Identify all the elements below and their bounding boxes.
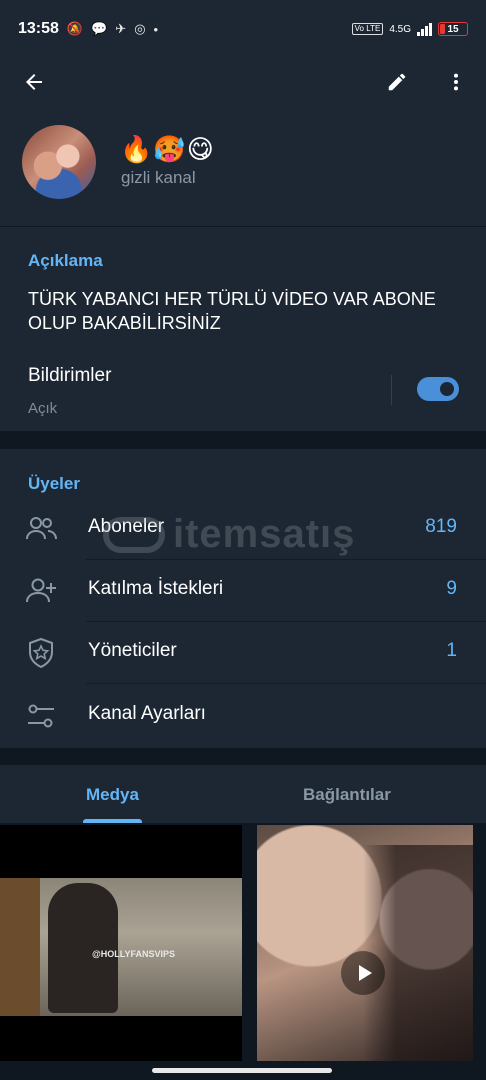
channel-subtitle: gizli kanal (121, 168, 196, 187)
edit-button[interactable] (377, 62, 417, 102)
tab-media[interactable]: Medya (86, 785, 139, 805)
play-icon[interactable] (341, 951, 385, 995)
system-nav-bar (0, 1063, 486, 1080)
admins-count: 1 (446, 640, 457, 661)
admins-row[interactable]: Yöneticiler 1 (0, 622, 486, 684)
people-icon (26, 517, 57, 540)
arrow-left-icon (26, 74, 42, 90)
battery-level: 15 (447, 23, 459, 35)
dot-icon: • (153, 21, 159, 37)
media-thumbnail[interactable]: @HOLLYFANSVIPS (0, 825, 242, 1061)
channel-description: TÜRK YABANCI HER TÜRLÜ VİDEO VAR ABONE O… (28, 289, 436, 333)
instagram-icon: ◎ (134, 21, 146, 36)
muted-bell-icon: 🔕 (66, 21, 84, 36)
pencil-icon (388, 73, 406, 91)
info-section: Açıklama TÜRK YABANCI HER TÜRLÜ VİDEO VA… (0, 226, 486, 431)
person-add-icon (26, 578, 56, 603)
volte-badge: Vo LTE (351, 23, 384, 35)
notifications-row[interactable]: Bildirimler Açık (0, 355, 486, 425)
media-tabs: Medya Bağlantılar (0, 765, 486, 823)
home-gesture-handle[interactable] (152, 1068, 332, 1073)
sliders-icon (28, 704, 54, 728)
join-requests-row[interactable]: Katılma İstekleri 9 (0, 560, 486, 622)
watermark-logo-icon (103, 516, 165, 553)
thumbnail-watermark: @HOLLYFANSVIPS (92, 949, 175, 959)
status-bar: 13:58 🔕 💬 ✈ ◎ • Vo LTE 4.5G 15 (0, 0, 486, 58)
channel-header: 🔥🥵😋 gizli kanal (0, 58, 486, 226)
channel-avatar[interactable] (22, 125, 96, 199)
network-type: 4.5G (389, 23, 411, 35)
notifications-toggle[interactable] (417, 377, 459, 401)
chat-bubble-icon: 💬 (91, 21, 108, 36)
channel-settings-label: Kanal Ayarları (88, 703, 206, 724)
members-title: Üyeler (28, 474, 80, 493)
join-requests-count: 9 (446, 578, 457, 599)
battery-icon: 15 (438, 22, 468, 36)
media-thumbnail[interactable] (257, 825, 473, 1061)
subscribers-count: 819 (425, 516, 457, 537)
notifications-label: Bildirimler (28, 365, 112, 386)
join-requests-label: Katılma İstekleri (88, 578, 224, 599)
signal-icon (417, 22, 432, 36)
media-grid: @HOLLYFANSVIPS (0, 823, 486, 1063)
notifications-state: Açık (28, 400, 58, 417)
more-options-button[interactable] (436, 62, 476, 102)
toggle-knob (437, 379, 457, 399)
telegram-icon: ✈ (115, 21, 127, 36)
channel-name: 🔥🥵😋 (120, 134, 215, 164)
admin-shield-icon (29, 637, 53, 669)
thumbnail-image (363, 845, 473, 1061)
divider (391, 375, 392, 405)
back-button[interactable] (14, 62, 54, 102)
channel-settings-row[interactable]: Kanal Ayarları (0, 685, 486, 747)
watermark-text: itemsatış (173, 512, 356, 556)
tab-links[interactable]: Bağlantılar (303, 785, 391, 805)
row-divider (86, 683, 486, 684)
status-time: 13:58 (18, 20, 59, 37)
thumbnail-detail (48, 883, 118, 1013)
description-title: Açıklama (28, 251, 103, 270)
members-section: Üyeler Aboneler 819 Katılma İstekleri 9 … (0, 449, 486, 748)
thumbnail-detail (0, 878, 40, 1016)
watermark: itemsatış (103, 512, 355, 557)
three-dots-vertical-icon (453, 73, 459, 91)
admins-label: Yöneticiler (88, 640, 177, 661)
